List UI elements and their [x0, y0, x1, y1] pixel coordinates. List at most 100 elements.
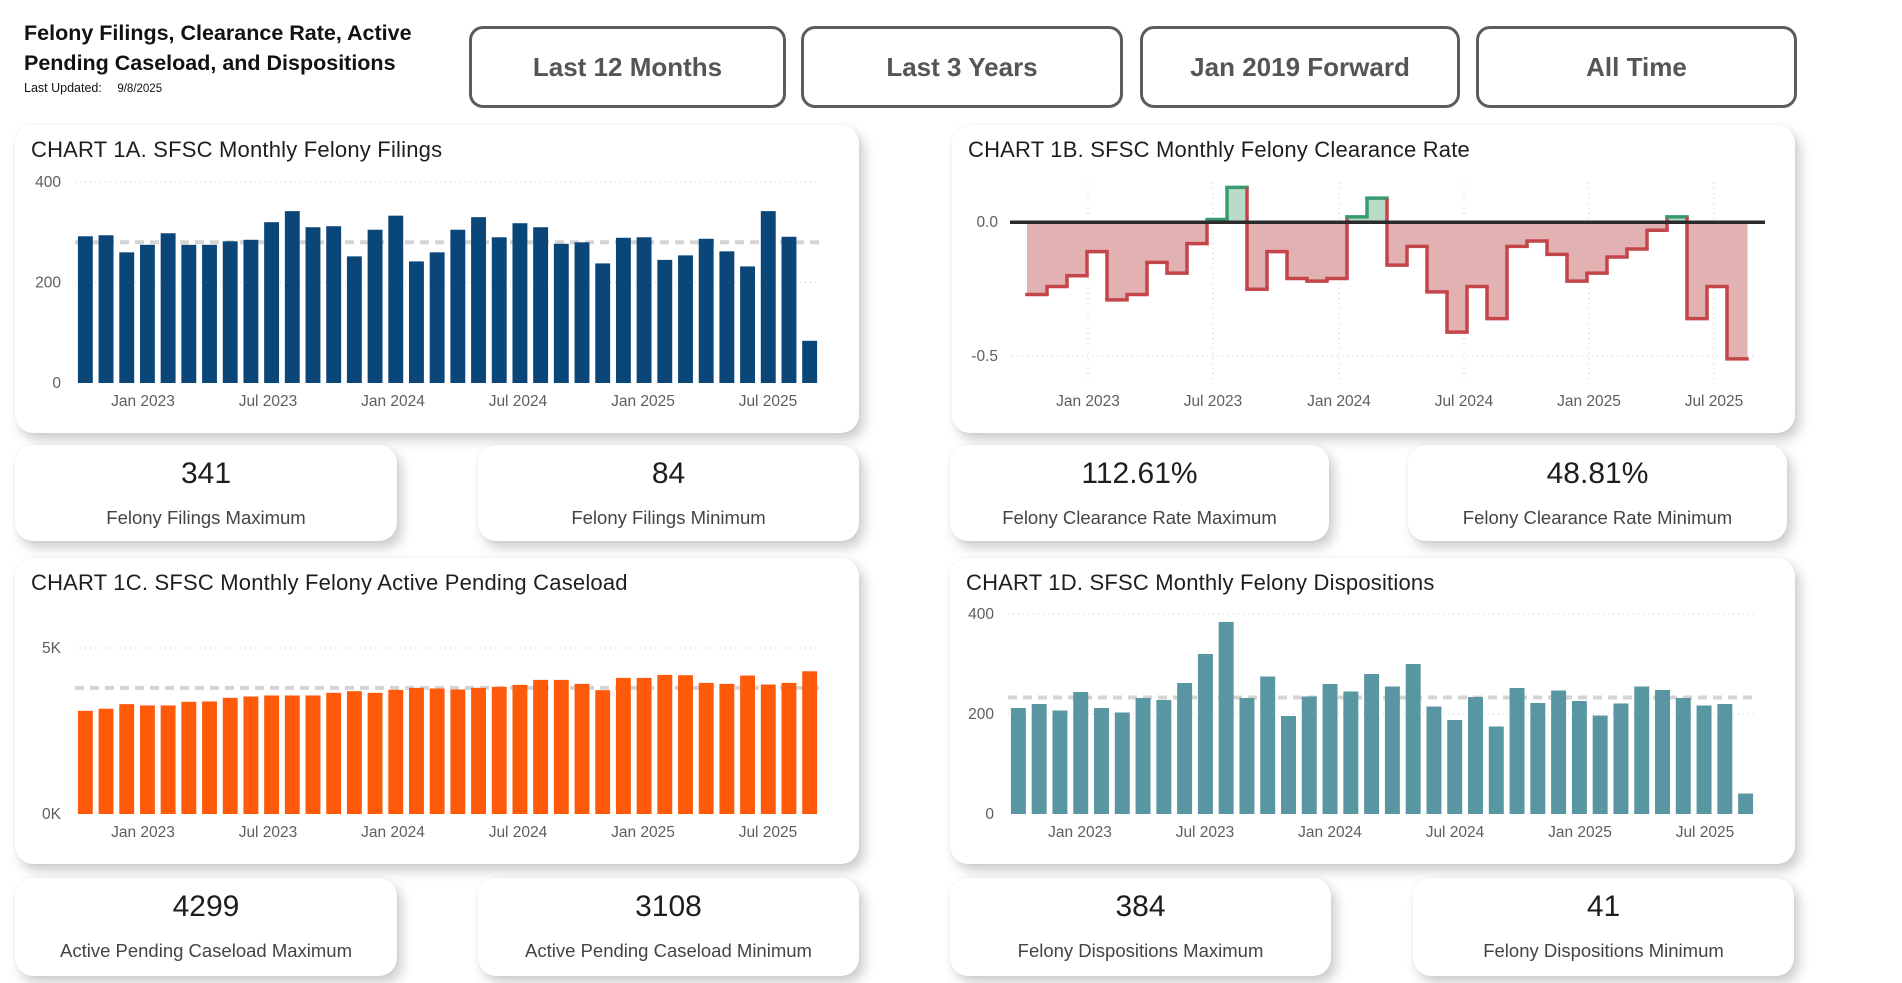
- bar: [1177, 683, 1193, 814]
- clearance-area: [1107, 222, 1128, 300]
- kpi-value: 48.81%: [1546, 457, 1649, 490]
- clearance-area: [1187, 222, 1208, 244]
- bar: [77, 710, 93, 814]
- bar: [1551, 690, 1567, 814]
- bar: [615, 677, 631, 814]
- bar: [388, 215, 404, 383]
- bar: [678, 675, 693, 814]
- bar: [1364, 674, 1380, 814]
- bar: [1239, 698, 1255, 814]
- jan-2019-forward-button[interactable]: Jan 2019 Forward: [1140, 26, 1460, 108]
- kpi-label: Felony Dispositions Maximum: [1017, 940, 1264, 961]
- bar: [139, 244, 155, 383]
- clearance-area: [1387, 222, 1408, 266]
- kpi-label: Felony Clearance Rate Maximum: [1002, 507, 1277, 528]
- chart-1a-plot: Jan 2023 Jul 2023 Jan 2024 Jul 2024 Jan 2025…: [35, 174, 820, 410]
- bar: [1738, 793, 1754, 814]
- bar: [553, 243, 569, 383]
- bar: [719, 251, 735, 383]
- bar: [284, 211, 300, 383]
- chart-1a-card: CHART 1A. SFSC Monthly Felony Filings Ja…: [15, 125, 859, 433]
- kpi-caseload-max: 4299 Active Pending Caseload Maximum: [15, 878, 397, 976]
- clearance-area: [1127, 222, 1148, 295]
- y-tick-label: 200: [35, 275, 61, 292]
- clearance-area: [1727, 222, 1748, 359]
- bar: [719, 683, 735, 814]
- bar: [388, 689, 404, 814]
- clearance-area: [1047, 222, 1068, 287]
- clearance-area: [1687, 222, 1708, 319]
- bar: [1384, 686, 1400, 814]
- bar: [615, 237, 631, 383]
- bar: [1488, 726, 1504, 814]
- bar: [1592, 715, 1608, 814]
- bar: [450, 229, 466, 383]
- clearance-area: [1367, 198, 1388, 223]
- kpi-value: 3108: [635, 890, 702, 923]
- bar: [471, 217, 486, 383]
- y-tick-label: 0.0: [976, 214, 998, 231]
- bar: [1405, 664, 1421, 814]
- clearance-area: [1327, 222, 1348, 279]
- bar: [678, 255, 693, 383]
- bar: [139, 705, 155, 814]
- chart-1c-plot: Jan 2023 Jul 2023 Jan 2024 Jul 2024 Jan 2025…: [42, 640, 820, 841]
- x-tick-label: Jul 2024: [1426, 824, 1485, 841]
- bar: [98, 708, 114, 814]
- kpi-value: 112.61%: [1081, 457, 1198, 490]
- bar: [574, 242, 590, 383]
- bar: [1031, 704, 1047, 814]
- x-tick-label: Jul 2025: [1685, 393, 1744, 410]
- x-tick-label: Jan 2023: [111, 824, 175, 841]
- bar: [77, 236, 93, 383]
- bar: [1052, 710, 1068, 814]
- bar: [512, 223, 528, 383]
- x-tick-label: Jul 2023: [239, 393, 298, 410]
- bar: [450, 689, 466, 814]
- kpi-dispositions-min: 41 Felony Dispositions Minimum: [1413, 878, 1794, 976]
- bar: [1218, 622, 1234, 814]
- kpi-clearance-max: 112.61% Felony Clearance Rate Maximum: [950, 445, 1329, 541]
- last-3-years-button[interactable]: Last 3 Years: [801, 26, 1123, 108]
- bar: [119, 252, 135, 383]
- y-tick-label: 400: [35, 174, 61, 191]
- bar: [1447, 720, 1463, 814]
- x-tick-label: Jan 2025: [1548, 824, 1612, 841]
- bar: [740, 675, 756, 814]
- y-tick-label: -0.5: [971, 348, 998, 365]
- clearance-area: [1707, 222, 1728, 287]
- last-12-months-button[interactable]: Last 12 Months: [469, 26, 786, 108]
- bar: [657, 259, 673, 383]
- bar: [1530, 703, 1546, 814]
- clearance-area: [1427, 222, 1448, 292]
- bar: [222, 697, 238, 814]
- bar: [202, 244, 217, 383]
- kpi-clearance-min: 48.81% Felony Clearance Rate Minimum: [1408, 445, 1787, 541]
- x-tick-label: Jan 2025: [611, 824, 675, 841]
- all-time-button[interactable]: All Time: [1476, 26, 1797, 108]
- kpi-value: 4299: [172, 890, 240, 923]
- bar: [429, 252, 445, 383]
- x-tick-label: Jan 2024: [1298, 824, 1362, 841]
- page-title: Felony Filings, Clearance Rate, Active P…: [24, 21, 412, 75]
- kpi-value: 384: [1115, 890, 1166, 923]
- kpi-label: Active Pending Caseload Maximum: [59, 940, 353, 961]
- x-tick-label: Jul 2025: [739, 393, 798, 410]
- x-tick-label: Jan 2024: [361, 393, 425, 410]
- chart-1d-plot: Jan 2023 Jul 2023 Jan 2024 Jul 2024 Jan 2025…: [968, 606, 1756, 841]
- bar: [1696, 705, 1712, 814]
- bar: [1426, 706, 1442, 814]
- bar: [491, 237, 507, 383]
- x-tick-label: Jan 2024: [361, 824, 425, 841]
- last-updated-label: Last Updated:: [24, 81, 102, 95]
- clearance-area: [1147, 222, 1168, 263]
- bar: [1301, 696, 1317, 814]
- bar: [284, 695, 300, 814]
- bar: [222, 241, 238, 383]
- x-tick-label: Jul 2024: [489, 393, 548, 410]
- bar: [1094, 708, 1109, 814]
- last-updated-value: 9/8/2025: [117, 83, 163, 95]
- kpi-label: Active Pending Caseload Minimum: [525, 940, 812, 961]
- bar: [1717, 704, 1733, 814]
- x-tick-label: Jan 2024: [1307, 393, 1371, 410]
